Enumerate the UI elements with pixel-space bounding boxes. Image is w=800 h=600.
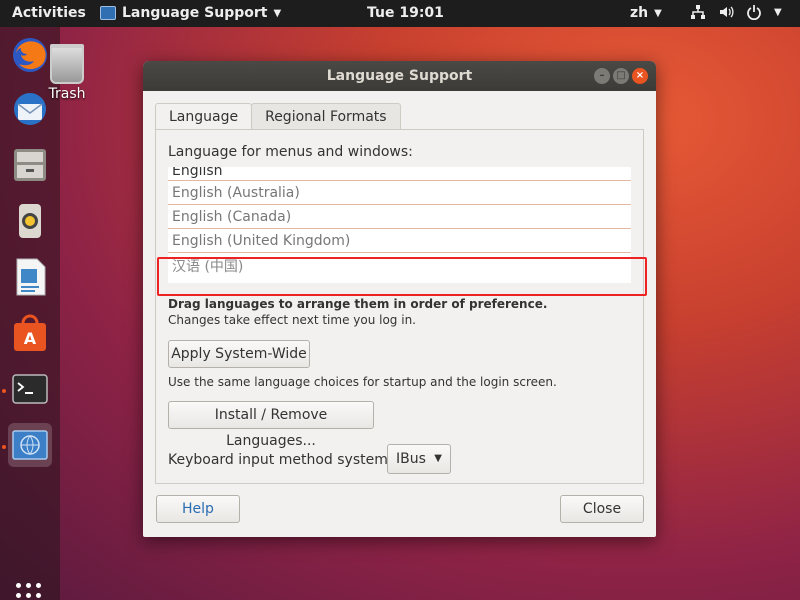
chevron-down-icon: ▼ — [654, 7, 662, 19]
language-support-icon — [100, 6, 116, 20]
terminal-icon[interactable] — [8, 367, 52, 411]
close-icon[interactable]: × — [632, 68, 648, 84]
apply-system-wide-button[interactable]: Apply System-Wide — [168, 340, 310, 368]
dialog-title: Language Support — [326, 68, 473, 84]
tab-bar: Language Regional Formats — [155, 103, 401, 129]
chevron-down-icon: ▼ — [774, 6, 782, 18]
keyboard-input-value: IBus — [396, 451, 426, 467]
keyboard-input-label: Keyboard input method system: — [168, 452, 393, 468]
language-list-label: Language for menus and windows: — [168, 144, 413, 160]
input-source-menu[interactable]: zh ▼ — [630, 5, 662, 21]
tab-regional-formats[interactable]: Regional Formats — [251, 103, 401, 129]
dialog-titlebar[interactable]: Language Support – □ × — [143, 61, 656, 91]
keyboard-input-select[interactable]: IBus ▼ — [387, 444, 451, 474]
files-icon[interactable] — [8, 143, 52, 187]
trash-icon — [50, 44, 84, 84]
system-status-menu[interactable]: ▼ — [690, 4, 782, 20]
running-indicator — [2, 389, 6, 393]
input-source-label: zh — [630, 5, 649, 21]
close-button[interactable]: Close — [560, 495, 644, 523]
show-applications-icon[interactable] — [16, 583, 42, 600]
ubuntu-software-icon[interactable]: A — [8, 311, 52, 355]
dock: A — [0, 27, 60, 600]
libreoffice-writer-icon[interactable] — [8, 255, 52, 299]
rhythmbox-icon[interactable] — [8, 199, 52, 243]
chevron-down-icon: ▼ — [273, 7, 282, 19]
app-menu[interactable]: Language Support ▼ — [100, 5, 281, 21]
list-item[interactable]: English (Canada) — [168, 205, 631, 229]
help-button[interactable]: Help — [156, 495, 240, 523]
clock[interactable]: Tue 19:01 — [367, 5, 444, 21]
top-bar: Activities Language Support ▼ Tue 19:01 … — [0, 0, 800, 27]
list-item[interactable]: English (United Kingdom) — [168, 229, 631, 253]
drag-hint: Drag languages to arrange them in order … — [168, 297, 548, 311]
minimize-icon[interactable]: – — [594, 68, 610, 84]
effect-note: Changes take effect next time you log in… — [168, 313, 416, 327]
language-support-icon[interactable] — [8, 423, 52, 467]
running-indicator — [2, 445, 6, 449]
language-list[interactable]: English English (Australia) English (Can… — [168, 167, 631, 283]
language-tab-pane: Language for menus and windows: English … — [155, 129, 644, 484]
same-choices-note: Use the same language choices for startu… — [168, 375, 557, 389]
list-item[interactable]: English — [168, 167, 631, 181]
language-support-dialog: Language Support – □ × Language Regional… — [143, 61, 656, 537]
trash-label: Trash — [48, 86, 86, 102]
svg-text:A: A — [24, 329, 37, 348]
trash-desktop-icon[interactable]: Trash — [42, 44, 92, 102]
list-item[interactable]: English (Australia) — [168, 181, 631, 205]
chevron-down-icon: ▼ — [434, 453, 442, 464]
network-icon — [691, 5, 705, 19]
app-menu-label: Language Support — [122, 5, 268, 21]
install-remove-languages-button[interactable]: Install / Remove Languages... — [168, 401, 374, 449]
power-icon — [747, 5, 761, 20]
tab-language[interactable]: Language — [155, 103, 253, 129]
maximize-icon[interactable]: □ — [613, 68, 629, 84]
volume-icon — [720, 6, 734, 18]
activities-button[interactable]: Activities — [12, 5, 86, 21]
list-item[interactable]: 汉语 (中国) — [168, 253, 631, 283]
